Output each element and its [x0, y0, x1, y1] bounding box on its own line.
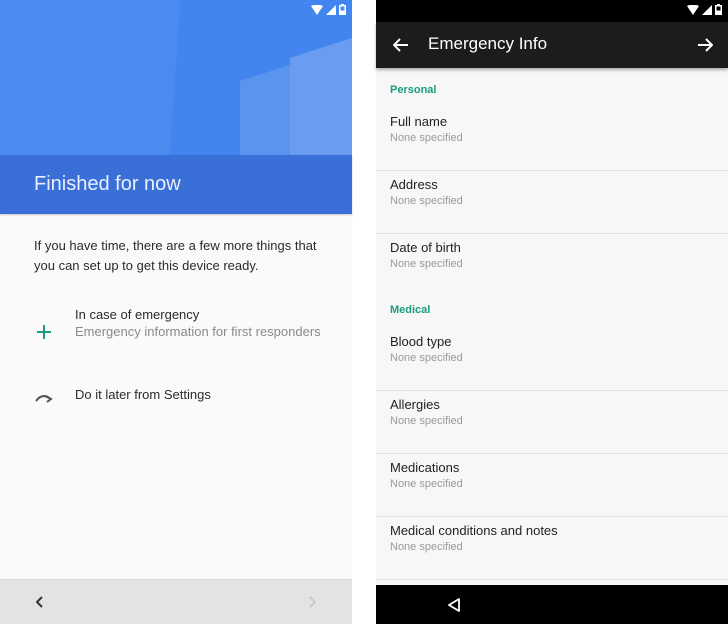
toolbar-title: Emergency Info: [428, 34, 548, 53]
item-title: Blood type: [390, 334, 452, 349]
wifi-icon: [687, 4, 699, 15]
wifi-icon: [311, 4, 323, 15]
title-band: Finished for now: [0, 155, 352, 214]
section-header-medical: Medical: [390, 304, 431, 316]
system-nav-bar: [376, 585, 728, 624]
list-item[interactable]: Medications None specified: [376, 454, 728, 517]
emergency-info-screen: Emergency Info Personal Full name None s…: [376, 0, 728, 624]
item-value: None specified: [390, 415, 463, 427]
item-title: Full name: [390, 114, 448, 129]
intro-text: If you have time, there are a few more t…: [34, 238, 317, 273]
arrow-right-icon[interactable]: [694, 34, 716, 56]
item-title: Medical conditions and notes: [390, 523, 558, 538]
list-item[interactable]: Allergies None specified: [376, 391, 728, 454]
list-item[interactable]: Blood type None specified: [376, 328, 728, 391]
item-title: Address: [390, 177, 438, 192]
list-item[interactable]: Date of birth None specified: [376, 234, 728, 297]
page-title: Finished for now: [34, 173, 181, 195]
signal-icon: [326, 4, 336, 15]
section-header-personal: Personal: [390, 84, 437, 96]
triangle-back-icon[interactable]: [444, 595, 464, 615]
arrow-left-icon[interactable]: [390, 34, 412, 56]
chevron-left-icon[interactable]: [30, 592, 50, 612]
battery-icon: [339, 4, 346, 15]
item-title: Allergies: [390, 397, 440, 412]
plus-icon: [34, 322, 54, 342]
chevron-right-icon[interactable]: [302, 592, 322, 612]
redo-arrow-icon: [34, 387, 54, 407]
divider: [376, 579, 728, 580]
item-value: None specified: [390, 478, 463, 490]
bottom-nav: [0, 579, 352, 624]
app-toolbar: Emergency Info: [376, 22, 728, 68]
option-title: Do it later from Settings: [75, 387, 211, 402]
item-value: None specified: [390, 132, 463, 144]
option-subtitle: Emergency information for first responde…: [75, 324, 321, 339]
item-value: None specified: [390, 258, 463, 270]
hero-banner: [0, 0, 352, 155]
setup-screen: Finished for now If you have time, there…: [0, 0, 352, 624]
item-value: None specified: [390, 195, 463, 207]
battery-icon: [715, 4, 722, 15]
signal-icon: [702, 4, 712, 15]
status-bar: [376, 0, 728, 22]
option-title: In case of emergency: [75, 307, 200, 322]
list-item[interactable]: Medical conditions and notes None specif…: [376, 517, 728, 580]
list-item[interactable]: Full name None specified: [376, 108, 728, 171]
item-title: Medications: [390, 460, 460, 475]
status-bar-icons: [311, 4, 346, 15]
item-value: None specified: [390, 541, 463, 553]
item-title: Date of birth: [390, 240, 461, 255]
list-item[interactable]: Address None specified: [376, 171, 728, 234]
item-value: None specified: [390, 352, 463, 364]
